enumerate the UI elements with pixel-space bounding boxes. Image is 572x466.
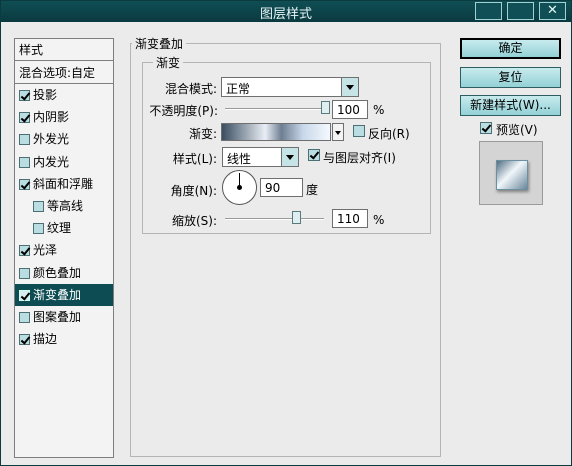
scale-value: 110 xyxy=(337,212,360,226)
style-list-item[interactable]: 等高线 xyxy=(15,195,113,217)
opacity-value: 100 xyxy=(337,103,360,117)
preview-swatch xyxy=(496,160,528,190)
angle-label: 角度(N): xyxy=(170,184,217,198)
new-style-button[interactable]: 新建样式(W)... xyxy=(460,95,561,116)
style-item-checkbox[interactable] xyxy=(19,267,30,279)
style-item-checkbox[interactable] xyxy=(19,312,30,323)
style-item-label: 图案叠加 xyxy=(33,310,82,324)
preview-thumbnail xyxy=(479,141,543,205)
close-icon: ✕ xyxy=(547,3,558,18)
angle-input[interactable]: 90 xyxy=(260,178,303,197)
style-list-item[interactable]: 投影 xyxy=(15,84,113,106)
opacity-slider-track[interactable] xyxy=(225,108,327,110)
reverse-checkbox[interactable] xyxy=(353,125,365,137)
style-list-item[interactable]: 光泽 xyxy=(15,239,113,261)
chevron-down-icon xyxy=(341,78,358,96)
gradient-label: 渐变: xyxy=(188,127,217,141)
style-list: 样式 混合选项:自定 投影内阴影外发光内发光斜面和浮雕等高线纹理光泽颜色叠加渐变… xyxy=(14,38,114,458)
style-item-checkbox[interactable] xyxy=(19,90,30,101)
opacity-unit: % xyxy=(373,103,385,117)
style-item-label: 内阴影 xyxy=(33,110,70,125)
style-item-label: 光泽 xyxy=(33,243,58,258)
opacity-label: 不透明度(P): xyxy=(149,104,218,118)
scale-slider-track[interactable] xyxy=(225,218,324,220)
blend-mode-select[interactable]: 正常 xyxy=(221,77,359,97)
style-item-checkbox[interactable] xyxy=(19,245,30,257)
scale-unit: % xyxy=(373,213,385,227)
layer-style-dialog: 图层样式 ✕ 样式 混合选项:自定 投影内阴影外发光内发光斜面和浮雕等高线纹理光… xyxy=(0,0,572,466)
opacity-input[interactable]: 100 xyxy=(332,100,368,119)
style-item-label: 描边 xyxy=(33,332,58,347)
style-list-item[interactable]: 外发光 xyxy=(15,128,113,150)
style-item-checkbox[interactable] xyxy=(33,223,44,235)
scale-input[interactable]: 110 xyxy=(332,209,368,228)
style-item-checkbox[interactable] xyxy=(19,178,30,190)
style-item-label: 投影 xyxy=(33,88,58,102)
style-select[interactable]: 线性 xyxy=(222,147,299,167)
blending-options-label: 混合选项:自定 xyxy=(19,66,96,80)
style-value: 线性 xyxy=(227,152,252,166)
align-with-layer-checkbox[interactable] xyxy=(308,149,320,161)
gradient-inner-title: 渐变 xyxy=(153,54,184,71)
style-list-item[interactable]: 内阴影 xyxy=(15,106,113,128)
style-label: 样式(L): xyxy=(172,152,217,166)
style-list-item[interactable]: 图案叠加 xyxy=(15,306,113,328)
style-list-item[interactable]: 颜色叠加 xyxy=(15,262,113,284)
opacity-slider-thumb[interactable] xyxy=(321,101,330,114)
gradient-overlay-title: 渐变叠加 xyxy=(132,35,187,52)
style-list-item[interactable]: 斜面和浮雕 xyxy=(15,173,113,195)
style-list-item[interactable]: 内发光 xyxy=(15,151,113,173)
align-with-layer-label: 与图层对齐(I) xyxy=(323,151,396,165)
style-list-item[interactable]: 纹理 xyxy=(15,217,113,239)
style-item-checkbox[interactable] xyxy=(19,289,30,301)
preview-checkbox[interactable] xyxy=(480,122,492,134)
angle-unit: 度 xyxy=(306,183,319,197)
blend-mode-label: 混合模式: xyxy=(164,82,217,96)
style-item-label: 渐变叠加 xyxy=(33,287,82,302)
style-item-label: 等高线 xyxy=(47,199,84,213)
style-list-item[interactable]: 描边 xyxy=(15,328,113,350)
reverse-label: 反向(R) xyxy=(368,127,410,141)
tb-maximize-button[interactable] xyxy=(507,2,534,20)
reset-button[interactable]: 复位 xyxy=(460,67,561,88)
scale-slider-thumb[interactable] xyxy=(292,211,302,224)
style-item-checkbox[interactable] xyxy=(19,334,30,346)
scale-label: 缩放(S): xyxy=(171,214,217,228)
blending-options-item[interactable]: 混合选项:自定 xyxy=(15,62,113,84)
style-item-label: 颜色叠加 xyxy=(33,265,82,280)
tb-restore-button[interactable] xyxy=(475,2,502,20)
style-item-checkbox[interactable] xyxy=(19,156,30,168)
ok-button[interactable]: 确定 xyxy=(460,38,561,59)
style-item-label: 内发光 xyxy=(33,154,70,169)
preview-label: 预览(V) xyxy=(496,123,538,137)
style-item-checkbox[interactable] xyxy=(19,112,30,124)
tb-close-button[interactable]: ✕ xyxy=(539,2,566,20)
title-bar: 图层样式 ✕ xyxy=(1,1,571,22)
style-list-header[interactable]: 样式 xyxy=(15,39,113,61)
angle-value: 90 xyxy=(265,181,281,195)
style-item-label: 纹理 xyxy=(47,221,72,236)
gradient-swatch[interactable] xyxy=(221,123,331,141)
style-list-header-label: 样式 xyxy=(19,43,44,57)
style-item-checkbox[interactable] xyxy=(33,201,44,212)
angle-dial[interactable] xyxy=(222,170,257,205)
style-item-label: 斜面和浮雕 xyxy=(33,176,94,191)
chevron-down-icon xyxy=(281,148,298,166)
gradient-picker-arrow[interactable] xyxy=(332,123,344,141)
style-item-checkbox[interactable] xyxy=(19,134,30,146)
style-list-item[interactable]: 渐变叠加 xyxy=(15,283,113,306)
blend-mode-value: 正常 xyxy=(226,82,251,96)
style-item-label: 外发光 xyxy=(33,132,70,147)
